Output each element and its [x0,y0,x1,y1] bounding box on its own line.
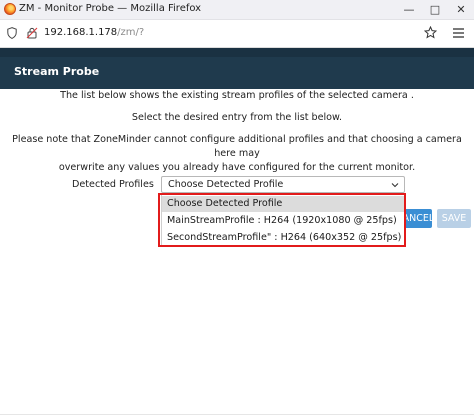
header-topline [0,48,474,57]
footer-divider [0,414,474,415]
window-titlebar: ZM - Monitor Probe — Mozilla Firefox — □… [0,0,474,20]
url-bar: 192.168.1.178/zm/? [0,20,474,48]
shield-icon[interactable] [7,27,17,39]
chevron-down-icon [391,183,399,188]
close-window-button[interactable]: ✕ [448,0,474,19]
warning-text: Please note that ZoneMinder cannot confi… [0,133,474,175]
warning-line-2: overwrite any values you already have co… [58,162,416,173]
minimize-button[interactable]: — [396,0,422,19]
menu-icon[interactable] [452,27,465,39]
profiles-dropdown-list: Choose Detected Profile MainStreamProfil… [161,194,405,247]
intro-text: The list below shows the existing stream… [60,90,414,101]
star-icon[interactable] [424,26,437,39]
select-value: Choose Detected Profile [168,179,284,190]
url-path: /zm/? [117,27,145,38]
maximize-button[interactable]: □ [422,0,448,19]
detected-profiles-label: Detected Profiles [72,179,154,190]
lock-icon[interactable] [26,27,38,39]
detected-profiles-select[interactable]: Choose Detected Profile [161,176,405,193]
dropdown-option[interactable]: MainStreamProfile : H264 (1920x1080 @ 25… [162,213,404,229]
dropdown-option[interactable]: Choose Detected Profile [162,196,404,212]
url-input[interactable]: 192.168.1.178/zm/? [44,27,144,38]
firefox-logo-icon [4,3,16,15]
page-title: Stream Probe [14,65,100,78]
modal-header: Stream Probe [0,48,474,89]
warning-line-1: Please note that ZoneMinder cannot confi… [12,134,462,159]
dropdown-option[interactable]: SecondStreamProfile" : H264 (640x352 @ 2… [162,230,404,246]
instruction-text: Select the desired entry from the list b… [131,112,343,123]
url-host: 192.168.1.178 [44,27,118,38]
save-button[interactable]: SAVE [437,209,471,228]
window-title: ZM - Monitor Probe — Mozilla Firefox [19,3,202,14]
